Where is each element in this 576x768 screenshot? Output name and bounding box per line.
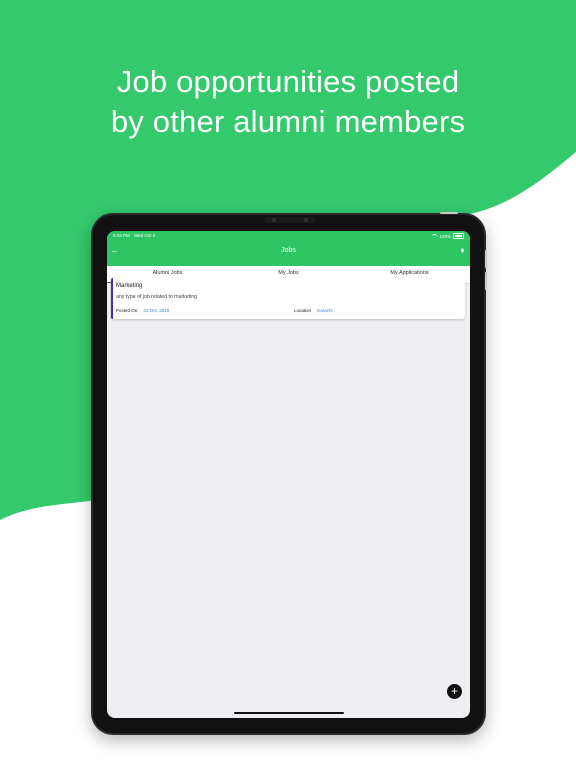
job-description: any type of job related to marketing xyxy=(116,294,198,300)
posted-on-label: Posted On xyxy=(116,308,138,313)
bell-icon[interactable] xyxy=(460,248,465,253)
posted-on: Posted On 01 Oct, 2019 xyxy=(116,308,169,313)
page-title: Jobs xyxy=(281,247,296,254)
status-date: Wed Oct 2 xyxy=(134,233,156,238)
headline-line-2: by other alumni members xyxy=(110,104,466,139)
volume-button-2 xyxy=(485,272,487,290)
posted-on-value: 01 Oct, 2019 xyxy=(143,308,170,313)
camera-bar xyxy=(264,217,316,223)
plus-icon: + xyxy=(450,684,458,698)
job-card[interactable]: Marketing any type of job related to mar… xyxy=(111,278,465,319)
battery-icon xyxy=(453,233,464,239)
camera-icon xyxy=(272,218,276,222)
status-time: 5:43 PM xyxy=(113,233,130,238)
job-location: Location Karachi xyxy=(294,308,333,313)
sensor-icon xyxy=(304,218,308,222)
power-button xyxy=(440,212,458,214)
wifi-icon xyxy=(432,234,438,238)
add-job-button[interactable]: + xyxy=(447,684,462,699)
headline: Job opportunities posted by other alumni… xyxy=(0,62,576,142)
battery-percent: 100% xyxy=(439,233,451,239)
status-right: 100% xyxy=(432,233,464,239)
location-label: Location xyxy=(294,308,312,313)
location-value: Karachi xyxy=(317,308,333,313)
nav-bar: ← Jobs xyxy=(107,240,470,266)
headline-line-1: Job opportunities posted xyxy=(116,64,460,99)
home-indicator[interactable] xyxy=(234,712,344,714)
volume-button xyxy=(485,250,487,268)
card-accent xyxy=(111,278,113,319)
status-bar: 5:43 PM Wed Oct 2 100% xyxy=(107,231,470,240)
app-screen: 5:43 PM Wed Oct 2 100% ← Jobs Alumni Job… xyxy=(107,231,470,718)
job-title: Marketing xyxy=(116,283,143,289)
